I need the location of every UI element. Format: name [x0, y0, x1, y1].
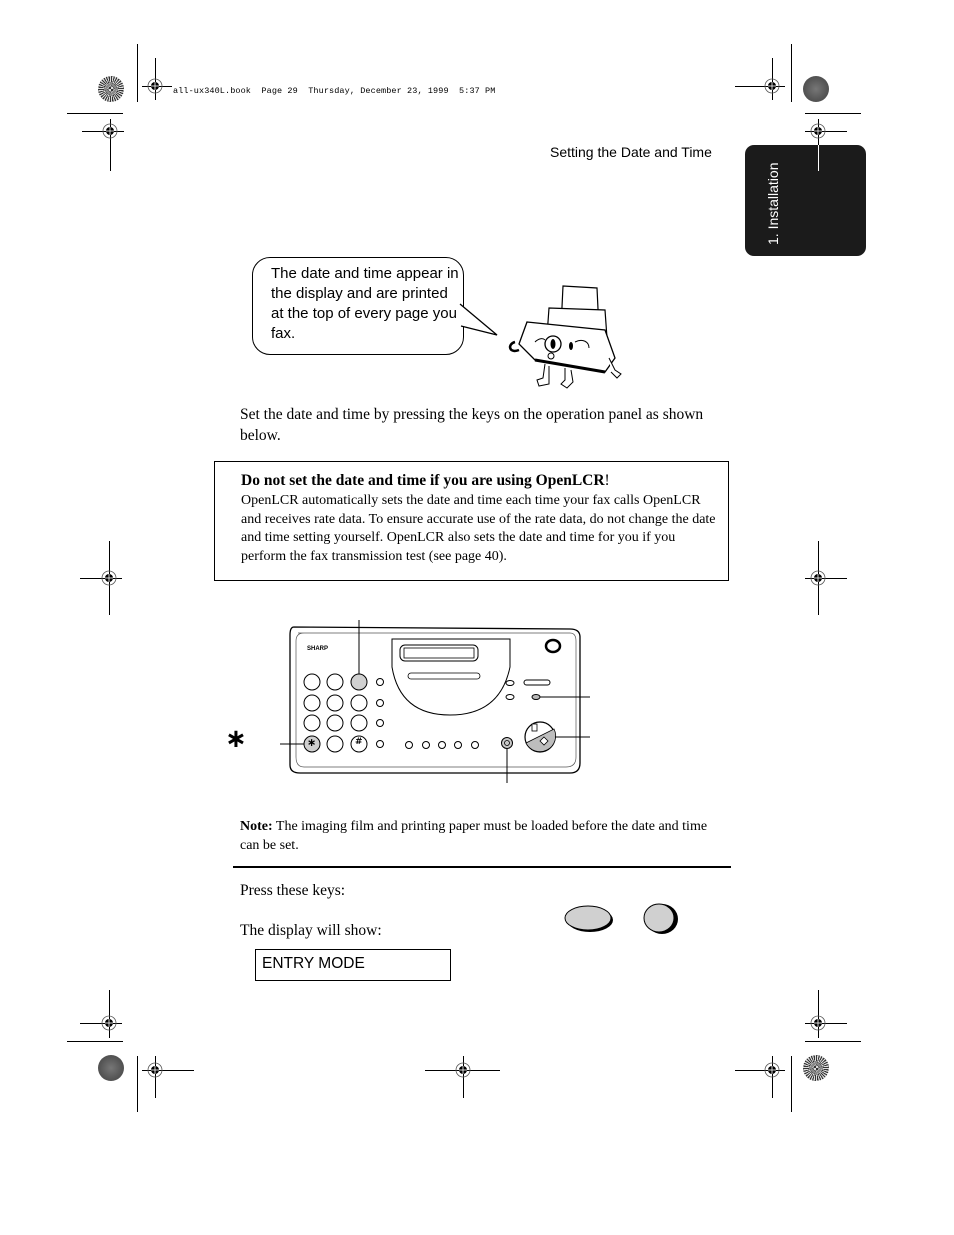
crosshair-target-icon [101, 1015, 117, 1031]
crop-mark [805, 113, 861, 114]
keypad-key [326, 694, 344, 712]
display-readout-text: ENTRY MODE [262, 955, 365, 972]
section-tab-label: 1. Installation [765, 162, 781, 246]
small-button [376, 719, 384, 727]
star-key-marker: ∗ [225, 724, 247, 754]
keypad-key [303, 694, 321, 712]
keypad-key [350, 694, 368, 712]
print-slug-line: all-ux340L.book Page 29 Thursday, Decemb… [173, 86, 496, 96]
small-oval-button [505, 680, 515, 686]
section-divider [233, 866, 731, 868]
keypad-key [326, 714, 344, 732]
crop-mark [791, 1056, 792, 1112]
crosshair-target-icon [810, 570, 826, 586]
callout-title-text: Do not set the date and time if you are … [241, 472, 605, 489]
round-key-icon [643, 903, 678, 934]
print-color-wheel-icon [803, 1055, 829, 1081]
crosshair-target-icon [147, 1062, 163, 1078]
print-color-wheel-icon [98, 1055, 124, 1081]
function-key-highlighted [350, 673, 368, 691]
crosshair-target-icon [102, 123, 118, 139]
oval-key-icon [564, 905, 613, 932]
print-color-wheel-icon [98, 76, 124, 102]
fax-machine-mascot-illustration [508, 285, 622, 389]
long-button [523, 679, 551, 686]
crop-mark [137, 1056, 138, 1112]
callout-body: OpenLCR automatically sets the date and … [241, 493, 716, 565]
operation-panel-illustration [280, 620, 590, 783]
intro-paragraph: Set the date and time by pressing the ke… [240, 406, 704, 444]
callout-title-suffix: ! [604, 472, 610, 489]
crop-mark [805, 1041, 861, 1042]
crosshair-target-icon [764, 1062, 780, 1078]
speech-bubble-tail [459, 303, 498, 336]
crosshair-target-icon [455, 1062, 471, 1078]
display-readout-box: ENTRY MODE [255, 949, 451, 981]
keypad-key [326, 735, 344, 753]
crop-mark [67, 1041, 123, 1042]
keypad-key [326, 673, 344, 691]
crop-mark [67, 113, 123, 114]
print-color-wheel-icon [803, 76, 829, 102]
crosshair-line [818, 145, 819, 171]
callout-title: Do not set the date and time if you are … [241, 472, 610, 490]
set-key-highlighted [531, 694, 541, 700]
one-touch-button [422, 741, 430, 749]
small-oval-button [505, 694, 515, 700]
keypad-key [303, 673, 321, 691]
one-touch-button [471, 741, 479, 749]
crosshair-target-icon [147, 78, 163, 94]
hash-key-glyph: # [355, 737, 363, 747]
one-touch-button [454, 741, 462, 749]
small-button [376, 678, 384, 686]
note-text: The imaging film and printing paper must… [240, 819, 708, 853]
keypad-key [350, 714, 368, 732]
note-paragraph: Note: The imaging film and printing pape… [240, 817, 720, 855]
crop-mark [137, 44, 138, 102]
crosshair-target-icon [101, 570, 117, 586]
crosshair-target-icon [764, 78, 780, 94]
note-label: Note: [240, 819, 273, 834]
small-button [376, 740, 384, 748]
one-touch-button [405, 741, 413, 749]
crosshair-target-icon [810, 123, 826, 139]
running-head: Setting the Date and Time [550, 144, 712, 160]
small-button [376, 699, 384, 707]
star-key-glyph: ∗ [307, 736, 317, 749]
press-keys-label: Press these keys: [240, 882, 346, 899]
brand-logo-icon [544, 638, 562, 654]
one-touch-button [438, 741, 446, 749]
crosshair-target-icon [810, 1015, 826, 1031]
panel-brand-label: SHARP [307, 646, 329, 652]
warning-callout-box: Do not set the date and time if you are … [214, 461, 729, 581]
display-slot [407, 672, 481, 680]
speech-bubble: The date and time appear in the display … [252, 257, 464, 355]
section-tab: 1. Installation [745, 145, 866, 256]
stop-key-highlighted [501, 737, 513, 749]
display-label: The display will show: [240, 922, 382, 939]
crop-mark [791, 44, 792, 102]
keypad-key [303, 714, 321, 732]
speech-bubble-text: The date and time appear in the display … [271, 265, 459, 342]
